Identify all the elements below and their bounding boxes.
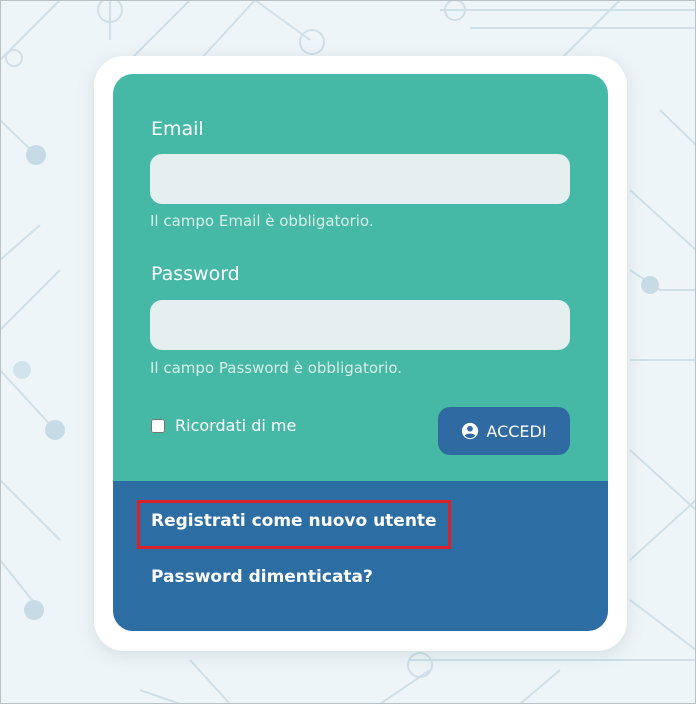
password-error-message: Il campo Password è obbligatorio.	[150, 359, 403, 377]
email-error-message: Il campo Email è obbligatorio.	[150, 212, 374, 230]
login-button-label: ACCEDI	[486, 421, 547, 441]
remember-me-label: Ricordati di me	[175, 416, 297, 435]
login-button[interactable]: ACCEDI	[438, 407, 570, 455]
email-label: Email	[151, 118, 204, 140]
login-form: Email Il campo Email è obbligatorio. Pas…	[113, 74, 608, 481]
register-link-highlight	[137, 500, 451, 549]
user-circle-icon	[462, 422, 479, 440]
forgot-password-link[interactable]: Password dimenticata?	[151, 567, 373, 587]
email-input[interactable]	[150, 154, 570, 204]
password-input[interactable]	[150, 300, 570, 350]
password-label: Password	[151, 263, 240, 285]
remember-me[interactable]: Ricordati di me	[151, 416, 296, 435]
remember-me-checkbox[interactable]	[151, 418, 165, 433]
